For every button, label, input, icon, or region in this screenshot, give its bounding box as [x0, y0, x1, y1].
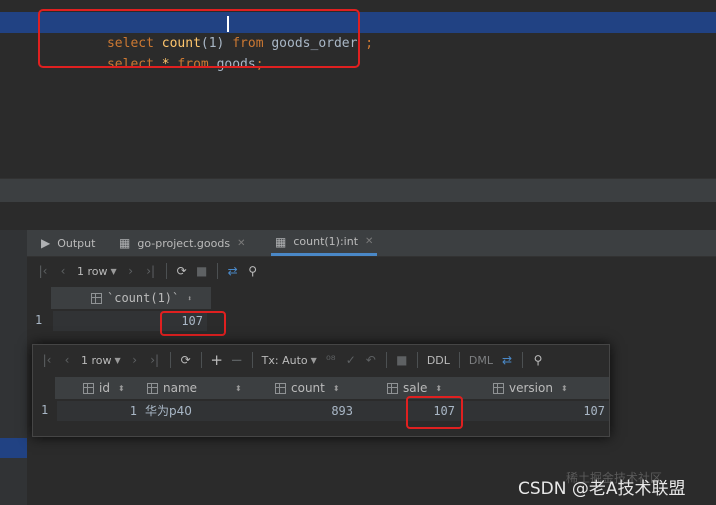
column-label: `count(1)` — [107, 291, 180, 305]
pin-icon[interactable]: ⚲ — [243, 261, 263, 281]
result2-toolbar: |‹ ‹ 1 row ▼ › ›| ⟳ + − Tx: Auto ▼ ⁰⁸ ✓ ↶ … — [37, 347, 548, 373]
column-header-count[interactable]: `count(1)` ⬍ — [91, 287, 192, 309]
tab-count-int[interactable]: ▦ count(1):int ✕ — [271, 230, 378, 256]
left-gutter — [0, 230, 28, 505]
tab-output[interactable]: ▶ Output — [41, 230, 95, 256]
toolbar-separator — [165, 263, 167, 279]
add-row-icon[interactable]: + — [207, 350, 227, 370]
key-column-icon — [83, 382, 94, 394]
column-icon — [147, 382, 158, 394]
watermark: CSDN @老A技术联盟 — [518, 479, 686, 499]
highlight-box-count — [160, 311, 226, 336]
refresh-icon[interactable]: ⟳ — [172, 261, 192, 281]
compare-icon[interactable]: ⇄ — [223, 261, 243, 281]
row-number: 1 — [41, 403, 49, 417]
rows-label: 1 row — [81, 353, 112, 367]
result2-header: id ⬍ name ⬍ count ⬍ sale ⬍ version ⬍ — [55, 377, 609, 399]
chevron-down-icon: ▼ — [114, 355, 121, 365]
next-page-icon[interactable]: › — [125, 350, 145, 370]
stop-icon[interactable]: ■ — [392, 350, 412, 370]
column-header-name[interactable]: name ⬍ — [147, 377, 242, 399]
close-icon[interactable]: ✕ — [237, 238, 245, 249]
column-header-version[interactable]: version ⬍ — [493, 377, 568, 399]
column-icon — [91, 292, 102, 304]
result1-header: `count(1)` ⬍ — [51, 287, 211, 309]
tab-label: go-project.goods — [137, 236, 231, 250]
column-label: sale — [403, 381, 428, 395]
highlight-box-sale — [406, 396, 463, 429]
transaction-mode-selector[interactable]: Tx: Auto ▼ — [258, 354, 321, 367]
sort-icon[interactable]: ⬍ — [435, 384, 442, 393]
last-page-icon[interactable]: ›| — [145, 350, 165, 370]
column-label: name — [163, 381, 198, 395]
dml-button[interactable]: DML — [465, 354, 497, 367]
table-icon: ▦ — [119, 236, 131, 250]
table-row[interactable]: 1 华为p40 893 107 107 — [57, 401, 609, 421]
last-page-icon[interactable]: ›| — [141, 261, 161, 281]
toolbar-separator — [521, 352, 523, 368]
prev-page-icon[interactable]: ‹ — [57, 350, 77, 370]
tab-label: Output — [57, 236, 96, 250]
delete-row-icon[interactable]: − — [227, 350, 247, 370]
stop-icon[interactable]: ■ — [192, 261, 212, 281]
cell-version[interactable]: 107 — [477, 401, 605, 421]
toolbar-separator — [458, 352, 460, 368]
rows-selector[interactable]: 1 row ▼ — [77, 354, 125, 367]
services-tool-window: ▶ Output ▦ go-project.goods ✕ ▦ count(1)… — [27, 230, 716, 505]
sort-icon[interactable]: ⬍ — [333, 384, 340, 393]
prev-page-icon[interactable]: ‹ — [53, 261, 73, 281]
highlight-box-query — [38, 9, 360, 68]
isolation-icon[interactable]: ⁰⁸ — [321, 350, 341, 370]
cell-id[interactable]: 1 — [57, 401, 137, 421]
sort-icon[interactable]: ⬍ — [561, 384, 568, 393]
close-icon[interactable]: ✕ — [365, 236, 373, 247]
result2-panel: |‹ ‹ 1 row ▼ › ›| ⟳ + − Tx: Auto ▼ ⁰⁸ ✓ ↶ … — [32, 344, 610, 437]
tab-go-project-goods[interactable]: ▦ go-project.goods ✕ — [119, 230, 245, 256]
tab-label: count(1):int — [293, 235, 359, 248]
table-icon: ▦ — [275, 234, 287, 249]
column-label: id — [99, 381, 110, 395]
next-page-icon[interactable]: › — [121, 261, 141, 281]
tx-label: Tx: Auto — [261, 353, 308, 367]
first-page-icon[interactable]: |‹ — [33, 261, 53, 281]
rollback-icon[interactable]: ↶ — [361, 350, 381, 370]
sort-icon[interactable]: ⬍ — [235, 384, 242, 393]
column-icon — [275, 382, 286, 394]
toolbar-separator — [200, 352, 202, 368]
cell-count[interactable]: 893 — [271, 401, 353, 421]
first-page-icon[interactable]: |‹ — [37, 350, 57, 370]
chevron-down-icon: ▼ — [310, 355, 317, 365]
toolbar-separator — [385, 352, 387, 368]
toolbar-separator — [169, 352, 171, 368]
column-label: version — [509, 381, 553, 395]
toolbar-separator — [416, 352, 418, 368]
rows-selector[interactable]: 1 row ▼ — [73, 265, 121, 278]
result1-toolbar: |‹ ‹ 1 row ▼ › ›| ⟳ ■ ⇄ ⚲ — [33, 258, 263, 284]
column-header-id[interactable]: id ⬍ — [83, 377, 125, 399]
result-tabs: ▶ Output ▦ go-project.goods ✕ ▦ count(1)… — [27, 230, 716, 257]
row-number: 1 — [35, 313, 43, 327]
commit-icon[interactable]: ✓ — [341, 350, 361, 370]
sort-icon[interactable]: ⬍ — [118, 384, 125, 393]
sql-editor[interactable]: select count(1) from goods_order ; selec… — [0, 0, 716, 178]
toolbar-separator — [216, 263, 218, 279]
ddl-button[interactable]: DDL — [423, 354, 454, 367]
column-icon — [387, 382, 398, 394]
empty-band — [0, 202, 716, 230]
console-icon: ▶ — [41, 236, 51, 250]
pin-icon[interactable]: ⚲ — [528, 350, 548, 370]
panel-splitter[interactable] — [0, 178, 716, 203]
cell-name[interactable]: 华为p40 — [145, 401, 265, 421]
rows-label: 1 row — [77, 264, 108, 278]
column-header-count[interactable]: count ⬍ — [275, 377, 340, 399]
sort-icon[interactable]: ⬍ — [187, 294, 192, 303]
compare-icon[interactable]: ⇄ — [497, 350, 517, 370]
gutter-selection-marker — [0, 438, 27, 458]
chevron-down-icon: ▼ — [110, 266, 117, 276]
column-label: count — [291, 381, 325, 395]
refresh-icon[interactable]: ⟳ — [176, 350, 196, 370]
column-icon — [493, 382, 504, 394]
toolbar-separator — [251, 352, 253, 368]
